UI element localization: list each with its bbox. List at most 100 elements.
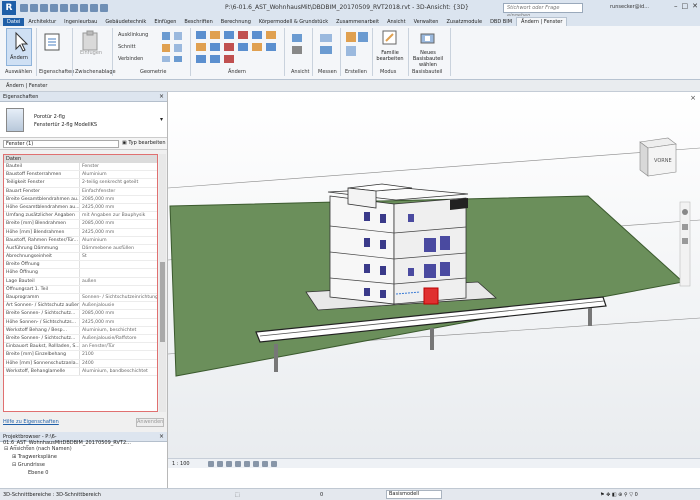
property-value[interactable]: mit Angaben zur Bauphysik [80, 212, 157, 219]
view-scale[interactable]: 1 : 100 [172, 461, 190, 467]
tab-annotate[interactable]: Beschriften [180, 18, 216, 26]
render-icon[interactable] [244, 461, 250, 467]
property-value[interactable]: 2085,000 mm [80, 310, 157, 317]
property-row[interactable]: Baustoff Fensterrahmen Aluminium [4, 171, 157, 180]
property-row[interactable]: Höhe Sonnen- / Sichtschutzs... 2425,000 m… [4, 318, 157, 327]
property-value[interactable]: 2425,000 mm [80, 204, 157, 211]
tab-systems[interactable]: Gebäudetechnik [101, 18, 150, 26]
tab-modify-window[interactable]: Ändern | Fenster [516, 17, 568, 26]
detail-level-icon[interactable] [208, 461, 214, 467]
minimize-button[interactable]: – [674, 2, 678, 10]
crop-view-icon[interactable] [262, 461, 268, 467]
property-value[interactable]: Aluminium [80, 237, 157, 244]
instance-filter-dropdown[interactable]: Fenster (1) [3, 140, 119, 148]
search-input[interactable]: Stichwort oder Frage eingeben [503, 3, 583, 19]
property-value[interactable]: 2-teilig senkrecht geteilt [80, 179, 157, 186]
open-icon[interactable] [20, 4, 28, 12]
scrollbar-thumb[interactable] [160, 262, 165, 342]
property-value[interactable]: Aluminium [80, 171, 157, 178]
properties-button[interactable] [42, 32, 64, 56]
property-value[interactable]: außen [80, 278, 157, 285]
property-row[interactable]: Einbauort Baukst, Rollladen, S... an Fens… [4, 343, 157, 352]
create-tools-icons[interactable] [344, 30, 370, 62]
tab-analyze[interactable]: Berechnung [217, 18, 255, 26]
property-row[interactable]: Baustoff, Rahmen Fenster/Tür... Aluminium [4, 236, 157, 245]
property-row[interactable]: Breite Sonnen- / Sichtschutz... 2085,000 … [4, 310, 157, 319]
user-account[interactable]: runsecker@id... [610, 4, 649, 10]
property-value[interactable]: Einfachfenster [80, 188, 157, 195]
selected-window[interactable] [423, 287, 439, 305]
property-row[interactable]: Ausführung Dämmung Dämmebene ausfüllen [4, 244, 157, 254]
edit-family-button[interactable]: Familie bearbeiten [375, 28, 405, 66]
close-icon[interactable]: × [159, 93, 164, 100]
model-view[interactable]: VORNE [168, 92, 700, 458]
type-selector[interactable]: Porotür 2-flg Fenstertür 2-flg ModellKS … [0, 102, 167, 138]
sun-path-icon[interactable] [226, 461, 232, 467]
redo-icon[interactable] [60, 4, 68, 12]
property-row[interactable]: Höhe Öffnung [4, 269, 157, 278]
3d-viewport[interactable]: VORNE × [168, 92, 700, 458]
property-row[interactable]: Höhe [mm] Blendrahmen 2425,000 mm [4, 228, 157, 237]
close-icon[interactable]: × [159, 433, 164, 440]
tab-addins[interactable]: Zusatzmodule [442, 18, 486, 26]
tab-view[interactable]: Ansicht [383, 18, 409, 26]
print-icon[interactable] [70, 4, 78, 12]
join-button[interactable]: Verbinden [118, 56, 143, 62]
property-row[interactable]: Werkstoff, Behanglamelle Aluminium, bandb… [4, 367, 157, 376]
tab-manage[interactable]: Verwalten [410, 18, 443, 26]
property-value[interactable]: 2100 [80, 351, 157, 358]
property-row[interactable]: Breite [mm] Blendrahmen 2085,000 mm [4, 220, 157, 229]
property-value[interactable]: 2425,000 mm [80, 319, 157, 326]
property-row[interactable]: Breite Gesamtblendrahmen au... 2085,000 m… [4, 195, 157, 204]
tab-structure[interactable]: Ingenieurbau [60, 18, 101, 26]
close-button[interactable]: ✕ [692, 2, 698, 10]
property-row[interactable]: Höhe Gesamtblendrahmen au... 2425,000 mm [4, 203, 157, 213]
app-logo[interactable]: R [2, 1, 16, 15]
tab-dbd-bim[interactable]: DBD BIM [486, 18, 516, 26]
group-header-data[interactable]: Daten [4, 155, 157, 163]
3d-view-icon[interactable] [100, 4, 108, 12]
worksets-icon[interactable]: ⬚ [235, 492, 240, 498]
pick-new-host-button[interactable]: Neues Basisbauteil wählen [410, 28, 446, 68]
property-row[interactable]: Höhe [mm] Sonnenschutzanla... 2400 [4, 359, 157, 368]
property-row[interactable]: Bauteil Fenster [4, 163, 157, 172]
apply-button[interactable]: Anwenden [136, 418, 164, 427]
select-dropdown[interactable]: Auswählen [5, 69, 32, 75]
text-icon[interactable] [90, 4, 98, 12]
tab-architecture[interactable]: Architektur [24, 18, 60, 26]
property-row[interactable]: Breite [mm] Einzelbehang 2100 [4, 351, 157, 360]
property-value[interactable]: Fenster [80, 163, 157, 170]
property-value[interactable]: Aluminium, beschichtet [80, 327, 157, 334]
property-value[interactable]: 2400 [80, 360, 157, 367]
property-row[interactable]: Werkstoff Behang / Besp... Aluminium, bes… [4, 326, 157, 335]
geometry-tools-icons[interactable] [160, 30, 188, 64]
chevron-down-icon[interactable]: ▾ [160, 116, 163, 123]
property-value[interactable]: 2425,000 mm [80, 229, 157, 236]
measure-tools-icons[interactable] [318, 32, 336, 58]
view-tools-icons[interactable] [290, 32, 306, 58]
temporary-hide-icon[interactable] [271, 461, 277, 467]
cope-button[interactable]: Ausklinkung [118, 32, 148, 38]
viewcube[interactable]: VORNE [639, 137, 677, 177]
tree-floor-plans[interactable]: ⊟ Grundrisse [12, 462, 45, 468]
property-value[interactable]: an Fenster/Tür [80, 343, 157, 350]
tree-structural-plans[interactable]: ⊞ Tragwerkspläne [12, 454, 57, 460]
property-value[interactable]: Außenjalousie [80, 302, 157, 309]
tree-level-0[interactable]: Ebene 0 [28, 470, 48, 476]
property-row[interactable]: Breite Öffnung [4, 261, 157, 270]
sync-icon[interactable] [40, 4, 48, 12]
property-value[interactable]: Außenjalousie/Raffstore [80, 335, 157, 342]
property-value[interactable]: 2085,000 mm [80, 196, 157, 203]
lock-view-icon[interactable] [253, 461, 259, 467]
property-row[interactable]: Lage Bauteil außen [4, 277, 157, 286]
modify-tools-icons[interactable] [194, 29, 280, 65]
save-icon[interactable] [30, 4, 38, 12]
tab-massing[interactable]: Körpermodell & Grundstück [255, 18, 332, 26]
properties-scrollbar[interactable] [159, 154, 166, 412]
property-value[interactable] [80, 269, 157, 276]
view-close-icon[interactable]: × [690, 94, 696, 102]
tab-collaborate[interactable]: Zusammenarbeit [332, 18, 383, 26]
undo-icon[interactable] [50, 4, 58, 12]
property-row[interactable]: Art Sonnen- / Sichtschutz außen Außenjalo… [4, 302, 157, 311]
visual-style-icon[interactable] [217, 461, 223, 467]
